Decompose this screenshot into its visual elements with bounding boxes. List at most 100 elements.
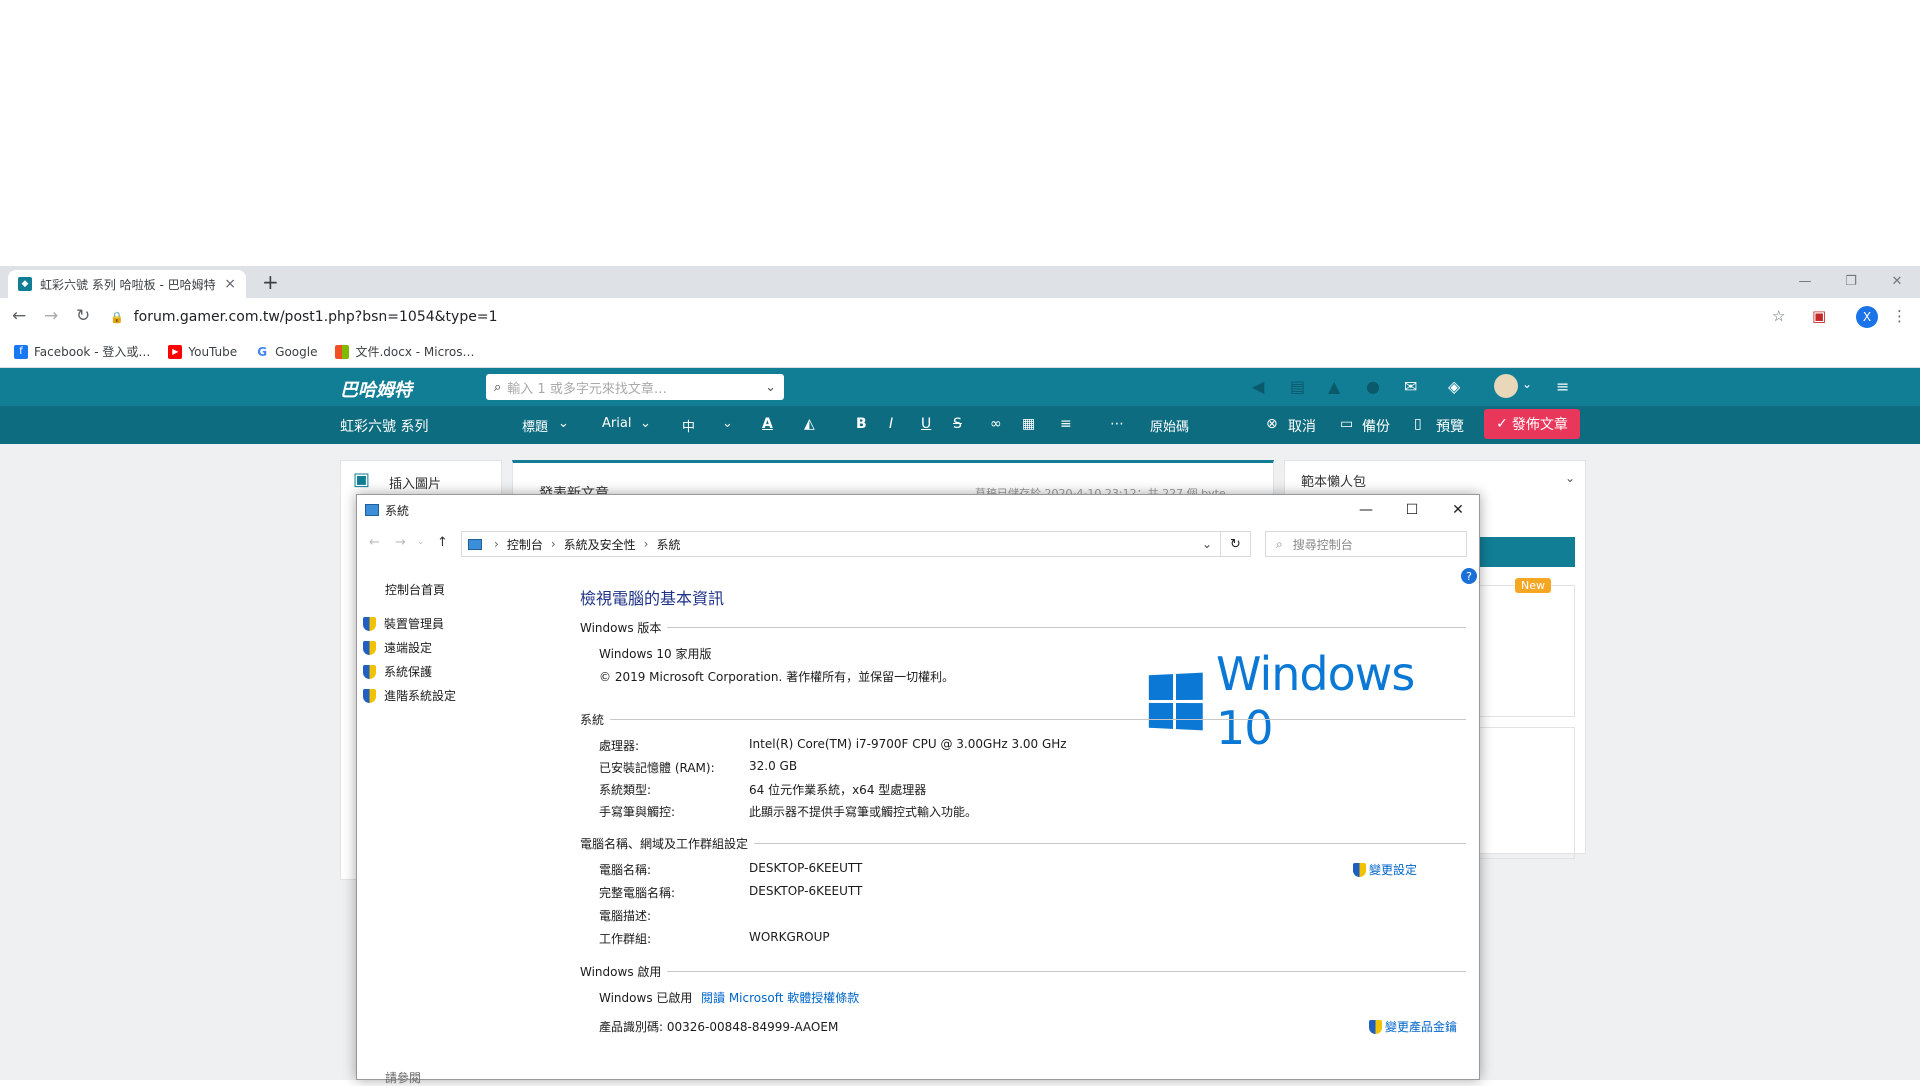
close-icon[interactable]: ✕ xyxy=(1435,495,1481,525)
bookmark-star-icon[interactable]: ☆ xyxy=(1772,307,1785,325)
section-system: 系統 xyxy=(580,711,1466,728)
chevron-down-icon[interactable]: ⌄ xyxy=(765,380,776,395)
preview-icon[interactable]: ▯ xyxy=(1414,416,1422,432)
row-label: 已安裝記憶體 (RAM): xyxy=(599,761,715,775)
italic-icon[interactable]: I xyxy=(889,416,893,432)
cancel-icon[interactable]: ⊗ xyxy=(1266,416,1278,432)
link-icon[interactable]: ∞ xyxy=(990,416,1002,432)
advanced-settings-link[interactable]: 進階系統設定 xyxy=(363,687,456,704)
help-icon[interactable]: ? xyxy=(1461,568,1477,584)
source-code-button[interactable]: 原始碼 xyxy=(1150,416,1189,435)
profile-avatar[interactable]: X xyxy=(1856,306,1878,328)
chevron-right-icon: › xyxy=(643,537,649,551)
chevron-down-icon[interactable]: ⌄ xyxy=(1565,471,1575,485)
breadcrumb[interactable]: › 控制台 › 系統及安全性 › 系統 ⌄ xyxy=(461,531,1221,557)
highlight-icon[interactable]: ◭ xyxy=(804,416,815,432)
chevron-down-icon: ⌄ xyxy=(558,416,569,431)
template-panel-title: 範本懶人包 xyxy=(1301,475,1367,490)
rss-icon[interactable]: ▤ xyxy=(1290,377,1305,396)
chat-icon[interactable]: ● xyxy=(1366,377,1380,396)
bookmark-label: 文件.docx - Micros… xyxy=(355,345,475,359)
strikethrough-icon[interactable]: S xyxy=(953,416,962,432)
site-logo[interactable]: 巴哈姆特 xyxy=(340,376,412,402)
align-icon[interactable]: ≡ xyxy=(1060,416,1072,432)
thumbs-up-icon[interactable]: ▲ xyxy=(1328,377,1340,396)
editor-toolbar: 虹彩六號 系列 標題 ⌄ Arial ⌄ 中 ⌄ A ◭ B I U S ∞ ▦… xyxy=(0,406,1920,444)
link-label: 系統保護 xyxy=(384,665,433,679)
publish-button[interactable]: ✓ 發佈文章 xyxy=(1484,409,1580,439)
system-protection-link[interactable]: 系統保護 xyxy=(363,663,432,680)
bookmark-youtube[interactable]: ▶ YouTube xyxy=(168,344,237,359)
forward-icon[interactable]: → xyxy=(44,306,58,326)
address-bar-row: ← → ↻ 🔒 forum.gamer.com.tw/post1.php?bsn… xyxy=(0,298,1920,336)
blank-area xyxy=(0,0,1920,266)
up-icon[interactable]: ↑ xyxy=(437,535,448,550)
table-icon[interactable]: ▦ xyxy=(1022,416,1035,432)
tab-close-icon[interactable]: × xyxy=(224,276,236,292)
minimize-icon[interactable]: — xyxy=(1343,495,1389,525)
forward-icon[interactable]: → xyxy=(395,535,406,550)
bookmarks-bar: f Facebook - 登入或… ▶ YouTube G Google 文件.… xyxy=(0,336,1920,368)
breadcrumb-item[interactable]: 系統及安全性 xyxy=(564,536,636,553)
windows-logo: Windows 10 xyxy=(1147,647,1479,755)
speaker-icon[interactable]: ◀ xyxy=(1252,377,1264,396)
more-icon[interactable]: ⋯ xyxy=(1110,416,1124,432)
breadcrumb-item[interactable]: 控制台 xyxy=(507,536,543,553)
close-window-icon[interactable]: ✕ xyxy=(1874,266,1920,296)
search-placeholder: 搜尋控制台 xyxy=(1292,537,1353,552)
control-panel-search[interactable]: ⌕ 搜尋控制台 xyxy=(1265,531,1467,557)
insert-image-button[interactable]: 插入圖片 xyxy=(389,473,441,492)
bookmark-facebook[interactable]: f Facebook - 登入或… xyxy=(14,343,150,360)
chevron-down-icon[interactable]: ⌄ xyxy=(1202,537,1212,551)
ram-value: 32.0 GB xyxy=(749,759,798,773)
user-avatar[interactable] xyxy=(1494,374,1518,398)
change-settings-link[interactable]: 變更設定 xyxy=(1353,861,1417,878)
restore-icon[interactable]: ❐ xyxy=(1828,266,1874,296)
device-manager-link[interactable]: 裝置管理員 xyxy=(363,615,444,632)
section-title: 電腦名稱、網域及工作群組設定 xyxy=(580,837,749,851)
browser-tab[interactable]: ◆ 虹彩六號 系列 哈啦板 - 巴哈姆特 × xyxy=(8,270,246,298)
license-terms-link[interactable]: 閱讀 Microsoft 軟體授權條款 xyxy=(701,989,859,1006)
extension-icon[interactable]: ▣ xyxy=(1812,307,1826,325)
bookmark-word-doc[interactable]: 文件.docx - Micros… xyxy=(335,343,474,360)
breadcrumb-item[interactable]: 系統 xyxy=(656,536,680,553)
preview-button[interactable]: 預覽 xyxy=(1436,416,1464,436)
bookmark-google[interactable]: G Google xyxy=(255,345,317,359)
office-icon xyxy=(335,344,350,359)
refresh-icon[interactable]: ↻ xyxy=(1221,531,1251,557)
shield-icon xyxy=(363,640,376,655)
system-titlebar[interactable]: 系統 xyxy=(357,495,1479,525)
omnibox[interactable]: 🔒 forum.gamer.com.tw/post1.php?bsn=1054&… xyxy=(110,304,1790,330)
maximize-icon[interactable]: ☐ xyxy=(1389,495,1435,525)
backup-icon[interactable]: ▭ xyxy=(1340,416,1353,432)
font-color-icon[interactable]: A xyxy=(762,416,773,432)
back-icon[interactable]: ← xyxy=(369,535,380,550)
bold-icon[interactable]: B xyxy=(856,416,867,432)
bookmark-label: Facebook - 登入或… xyxy=(34,345,151,359)
recent-dropdown-icon[interactable]: ⌄ xyxy=(417,537,425,547)
shield-icon xyxy=(363,664,376,679)
remote-settings-link[interactable]: 遠端設定 xyxy=(363,639,432,656)
minimize-icon[interactable]: — xyxy=(1782,266,1828,296)
avatar-chevron-icon[interactable]: ⌄ xyxy=(1522,377,1532,391)
underline-icon[interactable]: U xyxy=(921,416,931,432)
site-header: 巴哈姆特 ⌕ 輸入 1 或多字元來找文章… ⌄ ◀ ▤ ▲ ● ✉ ◈ ⌄ ≡ xyxy=(0,368,1920,406)
font-select[interactable]: Arial xyxy=(602,416,631,431)
size-select[interactable]: 中 xyxy=(682,416,695,435)
back-icon[interactable]: ← xyxy=(12,306,26,326)
hamburger-menu-icon[interactable]: ≡ xyxy=(1556,377,1569,396)
cancel-button[interactable]: 取消 xyxy=(1288,416,1316,436)
mail-icon[interactable]: ✉ xyxy=(1404,377,1417,396)
image-icon[interactable]: ▣ xyxy=(353,469,370,490)
reload-icon[interactable]: ↻ xyxy=(76,306,90,326)
backup-button[interactable]: 備份 xyxy=(1362,416,1390,436)
control-panel-home-link[interactable]: 控制台首頁 xyxy=(385,581,445,598)
site-search-input[interactable]: ⌕ 輸入 1 或多字元來找文章… ⌄ xyxy=(486,374,784,400)
tag-icon[interactable]: ◈ xyxy=(1448,377,1460,396)
explorer-nav: ← → ⌄ ↑ › 控制台 › 系統及安全性 › 系統 ⌄ ↻ ⌕ 搜尋控制台 xyxy=(357,529,1481,559)
menu-dots-icon[interactable]: ⋮ xyxy=(1892,307,1907,325)
google-icon: G xyxy=(257,344,268,359)
new-tab-button[interactable]: + xyxy=(262,270,279,294)
heading-select[interactable]: 標題 xyxy=(522,416,548,435)
change-product-key-link[interactable]: 變更產品金鑰 xyxy=(1369,1018,1457,1035)
